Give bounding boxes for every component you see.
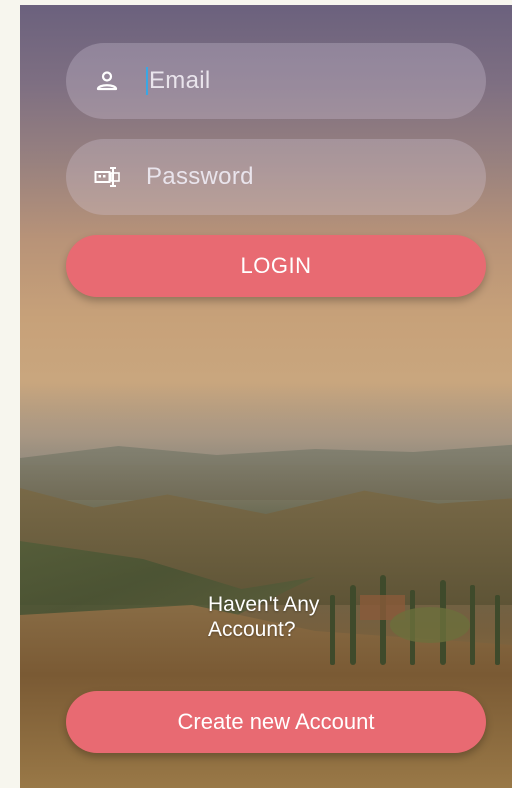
email-placeholder: Email (149, 66, 211, 94)
create-account-button[interactable]: Create new Account (66, 691, 486, 753)
no-account-prompt: Haven't Any Account? (208, 592, 368, 642)
login-button[interactable]: LOGIN (66, 235, 486, 297)
person-icon (94, 68, 120, 94)
login-content: Email Password LOGIN Haven't Any Account… (20, 5, 512, 788)
password-field[interactable]: Password (66, 139, 486, 215)
prompt-line-2: Account? (208, 618, 296, 641)
page: Email Password LOGIN Haven't Any Account… (0, 0, 512, 788)
email-field[interactable]: Email (66, 43, 486, 119)
email-input[interactable]: Email (146, 67, 211, 96)
password-input[interactable]: Password (146, 163, 254, 191)
text-caret (146, 67, 148, 96)
password-icon (94, 164, 120, 190)
prompt-line-1: Haven't Any (208, 593, 320, 616)
app-screen: Email Password LOGIN Haven't Any Account… (20, 5, 512, 788)
